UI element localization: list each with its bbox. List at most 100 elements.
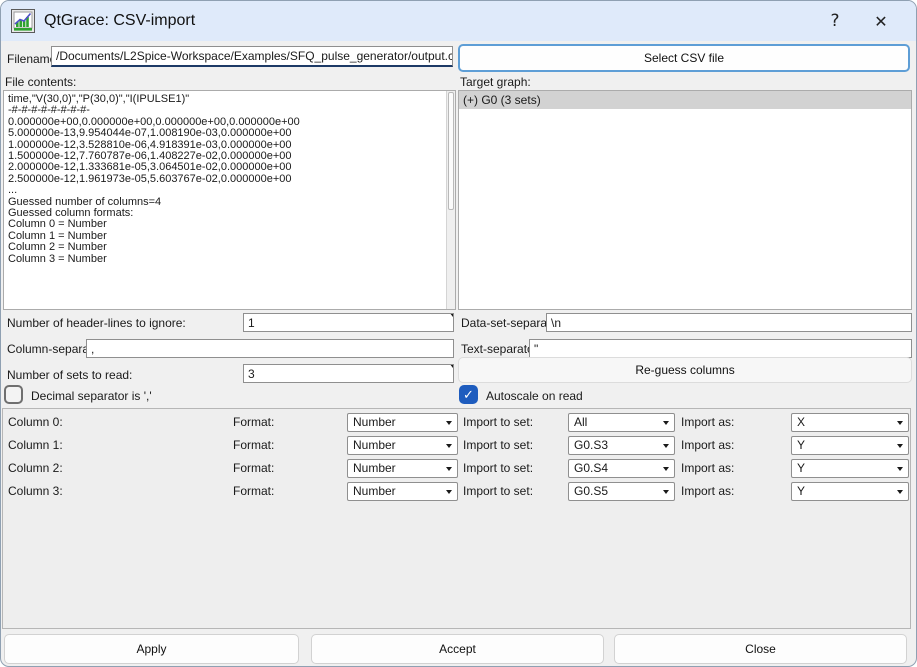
- spin-down-icon[interactable]: [449, 313, 454, 331]
- import-as-select[interactable]: Y: [791, 482, 909, 501]
- window-title: QtGrace: CSV-import: [44, 12, 195, 30]
- import-set-select[interactable]: G0.S3: [568, 436, 675, 455]
- reguess-columns-button[interactable]: Re-guess columns: [458, 357, 912, 383]
- import-as-label: Import as:: [681, 484, 734, 498]
- csv-import-dialog: QtGrace: CSV-import ? ✕ Filename: /Docum…: [0, 0, 917, 667]
- file-contents-panel[interactable]: time,"V(30,0)","P(30,0)","I(IPULSE1)"-#-…: [3, 90, 456, 310]
- import-as-select[interactable]: Y: [791, 459, 909, 478]
- chevron-down-icon: [663, 467, 669, 471]
- spinner-arrows[interactable]: [441, 316, 450, 330]
- columns-frame: Column 0: Format: Number Import to set: All I…: [2, 408, 911, 629]
- import-as-select-value: Y: [797, 438, 805, 452]
- import-as-select[interactable]: Y: [791, 436, 909, 455]
- file-content-line: ...: [8, 185, 441, 196]
- dataset-separator-input[interactable]: \n: [546, 313, 912, 332]
- import-set-select-value: G0.S3: [574, 438, 608, 452]
- title-bar: QtGrace: CSV-import ? ✕: [1, 1, 916, 41]
- file-content-line: Column 3 = Number: [8, 254, 441, 265]
- spinner-arrows[interactable]: [441, 367, 450, 381]
- column-row: Column 1: Format: Number Import to set: G0.S…: [3, 436, 910, 455]
- apply-button[interactable]: Apply: [4, 634, 299, 664]
- chevron-down-icon: [663, 421, 669, 425]
- import-set-select-value: G0.S5: [574, 484, 608, 498]
- autoscale-checkbox[interactable]: ✓: [459, 385, 478, 404]
- sets-to-read-label: Number of sets to read:: [7, 368, 132, 382]
- window-close-icon[interactable]: ✕: [858, 1, 904, 41]
- chevron-down-icon: [897, 490, 903, 494]
- close-button[interactable]: Close: [614, 634, 907, 664]
- header-lines-label: Number of header-lines to ignore:: [7, 316, 186, 330]
- chevron-down-icon: [663, 444, 669, 448]
- column-label: Column 2:: [8, 461, 63, 475]
- header-lines-value: 1: [248, 316, 255, 330]
- chevron-down-icon: [897, 444, 903, 448]
- format-label: Format:: [233, 461, 274, 475]
- chevron-down-icon: [446, 444, 452, 448]
- scrollbar-thumb[interactable]: [448, 92, 454, 210]
- format-label: Format:: [233, 484, 274, 498]
- import-set-select[interactable]: G0.S5: [568, 482, 675, 501]
- import-set-select-value: G0.S4: [574, 461, 608, 475]
- import-as-select[interactable]: X: [791, 413, 909, 432]
- file-content-line: Column 2 = Number: [8, 242, 441, 253]
- import-set-select[interactable]: All: [568, 413, 675, 432]
- format-select-value: Number: [353, 415, 396, 429]
- target-graph-list[interactable]: (+) G0 (3 sets): [458, 90, 912, 310]
- chevron-down-icon: [897, 421, 903, 425]
- accept-button[interactable]: Accept: [311, 634, 604, 664]
- column-label: Column 3:: [8, 484, 63, 498]
- chevron-down-icon: [446, 467, 452, 471]
- target-graph-label: Target graph:: [460, 75, 531, 89]
- import-as-select-value: Y: [797, 484, 805, 498]
- autoscale-label: Autoscale on read: [486, 389, 583, 403]
- sets-to-read-spinbox[interactable]: 3: [243, 364, 454, 383]
- column-label: Column 1:: [8, 438, 63, 452]
- format-label: Format:: [233, 438, 274, 452]
- header-lines-spinbox[interactable]: 1: [243, 313, 454, 332]
- format-select[interactable]: Number: [347, 482, 458, 501]
- filename-input[interactable]: /Documents/L2Spice-Workspace/Examples/SF…: [51, 46, 453, 67]
- import-as-select-value: X: [797, 415, 805, 429]
- file-content-line: 5.000000e-13,9.954044e-07,1.008190e-03,0…: [8, 128, 441, 139]
- help-button[interactable]: ?: [812, 1, 858, 41]
- format-select[interactable]: Number: [347, 413, 458, 432]
- format-select[interactable]: Number: [347, 459, 458, 478]
- column-row: Column 3: Format: Number Import to set: G0.S…: [3, 482, 910, 501]
- import-set-label: Import to set:: [463, 484, 533, 498]
- format-select-value: Number: [353, 461, 396, 475]
- import-set-label: Import to set:: [463, 438, 533, 452]
- import-as-label: Import as:: [681, 415, 734, 429]
- file-contents-scrollbar[interactable]: [446, 91, 455, 309]
- format-label: Format:: [233, 415, 274, 429]
- decimal-separator-label: Decimal separator is ',': [31, 389, 152, 403]
- column-row: Column 2: Format: Number Import to set: G0.S…: [3, 459, 910, 478]
- import-set-label: Import to set:: [463, 461, 533, 475]
- column-row: Column 0: Format: Number Import to set: All I…: [3, 413, 910, 432]
- import-set-label: Import to set:: [463, 415, 533, 429]
- import-as-label: Import as:: [681, 461, 734, 475]
- chevron-down-icon: [446, 421, 452, 425]
- column-separator-input[interactable]: ,: [86, 339, 454, 358]
- text-separator-input[interactable]: ": [529, 339, 912, 358]
- check-icon: ✓: [463, 387, 474, 403]
- file-contents-text: time,"V(30,0)","P(30,0)","I(IPULSE1)"-#-…: [4, 91, 455, 265]
- target-graph-item[interactable]: (+) G0 (3 sets): [459, 91, 911, 109]
- chevron-down-icon: [663, 490, 669, 494]
- qtgrace-app-icon: [11, 9, 35, 33]
- spin-up-icon[interactable]: [441, 368, 449, 383]
- file-content-line: 2.500000e-12,1.961973e-05,5.603767e-02,0…: [8, 174, 441, 185]
- format-select-value: Number: [353, 484, 396, 498]
- import-set-select-value: All: [574, 415, 587, 429]
- select-csv-file-button[interactable]: Select CSV file: [458, 44, 910, 72]
- spin-up-icon[interactable]: [441, 317, 449, 332]
- sets-to-read-value: 3: [248, 367, 255, 381]
- decimal-separator-checkbox[interactable]: ✓: [4, 385, 23, 404]
- file-contents-label: File contents:: [5, 75, 76, 89]
- spin-down-icon[interactable]: [449, 364, 454, 382]
- chevron-down-icon: [897, 467, 903, 471]
- import-as-select-value: Y: [797, 461, 805, 475]
- chevron-down-icon: [446, 490, 452, 494]
- import-set-select[interactable]: G0.S4: [568, 459, 675, 478]
- format-select[interactable]: Number: [347, 436, 458, 455]
- column-label: Column 0:: [8, 415, 63, 429]
